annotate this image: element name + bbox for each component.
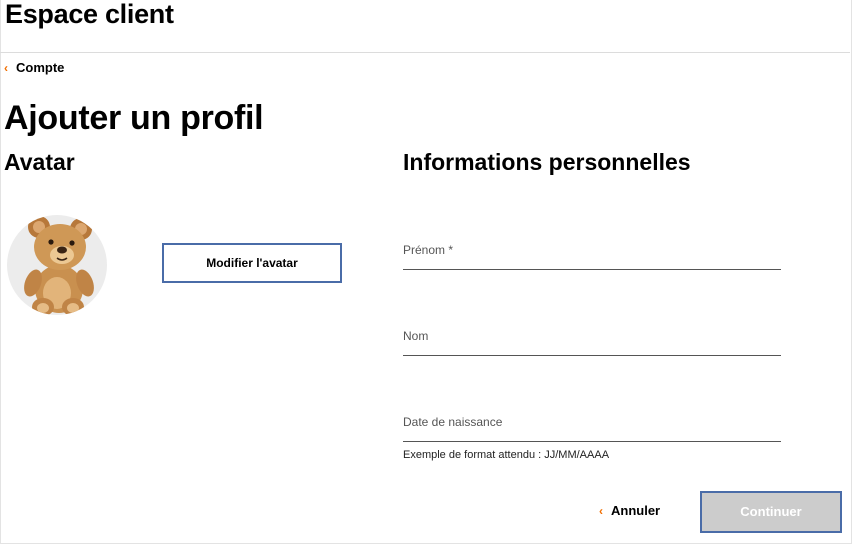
first-name-label: Prénom * [403,243,454,257]
modify-avatar-button[interactable]: Modifier l'avatar [162,243,342,283]
last-name-field[interactable]: Nom [403,325,781,356]
chevron-left-icon: ‹ [599,503,603,518]
page-title: Ajouter un profil [4,99,264,137]
last-name-label: Nom [403,329,429,343]
info-section-title: Informations personnelles [403,149,691,175]
avatar-section-title: Avatar [4,149,75,175]
first-name-field[interactable]: Prénom * [403,239,781,270]
header-bar: Espace client [0,0,850,53]
app-title: Espace client [5,0,174,29]
cancel-button[interactable]: ‹ Annuler [599,503,660,518]
date-format-hint: Exemple de format attendu : JJ/MM/AAAA [403,449,610,461]
page-frame [0,0,852,544]
avatar [7,215,107,315]
teddy-bear-icon [24,216,94,315]
cancel-label: Annuler [611,503,661,518]
birth-date-label: Date de naissance [403,415,503,429]
continue-button[interactable]: Continuer [700,491,842,533]
chevron-left-icon: ‹ [4,60,8,75]
birth-date-field[interactable]: Date de naissance [403,411,781,442]
breadcrumb[interactable]: ‹ Compte [4,60,64,75]
breadcrumb-label: Compte [16,60,65,75]
